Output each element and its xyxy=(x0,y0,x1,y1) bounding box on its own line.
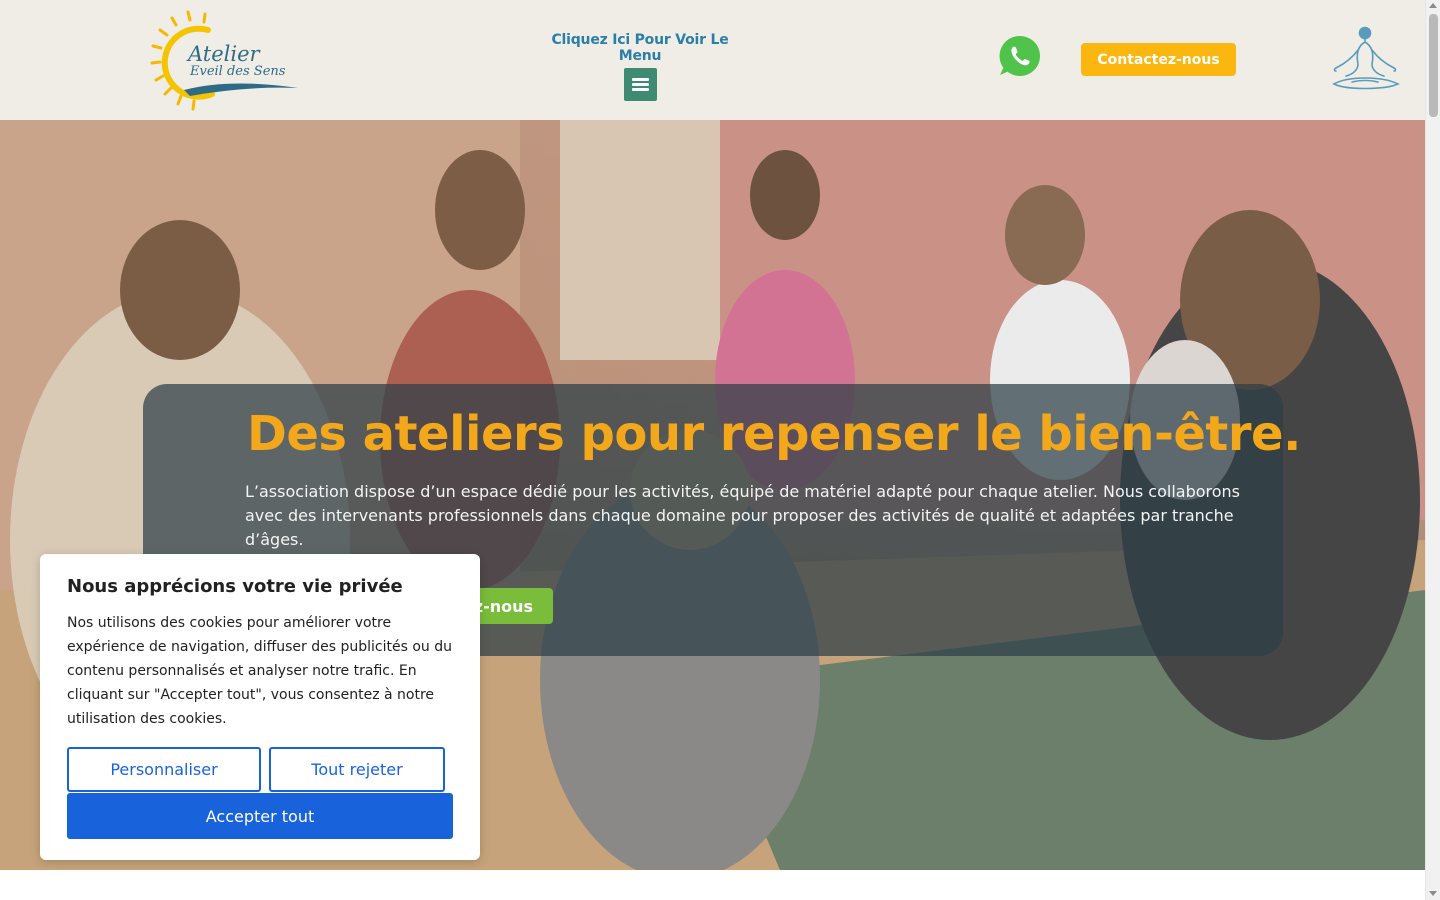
scrollbar-thumb[interactable] xyxy=(1429,14,1438,117)
cookie-description: Nos utilisons des cookies pour améliorer… xyxy=(67,615,452,727)
logo-text-atelier: Atelier xyxy=(188,42,260,66)
hero-description: L’association dispose d’un espace dédié … xyxy=(245,482,1241,549)
site-header: Atelier Eveil des Sens Cliquez Ici Pour … xyxy=(0,0,1425,120)
menu-toggle-button[interactable] xyxy=(623,68,657,101)
scroll-down-arrow-icon[interactable] xyxy=(1429,891,1437,896)
logo-text-eveil: Eveil des Sens xyxy=(190,64,286,79)
page-scrollbar[interactable] xyxy=(1425,0,1440,900)
site-logo[interactable]: Atelier Eveil des Sens xyxy=(150,8,302,114)
accept-all-button[interactable]: Accepter tout xyxy=(67,793,453,839)
reject-all-button[interactable]: Tout rejeter xyxy=(269,747,445,792)
customize-button[interactable]: Personnaliser xyxy=(67,747,261,792)
hero-title: Des ateliers pour repenser le bien-être. xyxy=(247,406,1301,462)
contact-button[interactable]: Contactez-nous xyxy=(1081,43,1236,76)
menu-caption[interactable]: Cliquez Ici Pour Voir Le Menu xyxy=(530,32,750,64)
whatsapp-icon[interactable] xyxy=(998,34,1042,78)
cookie-title: Nous apprécions votre vie privée xyxy=(67,576,403,597)
menu-block: Cliquez Ici Pour Voir Le Menu xyxy=(530,32,750,101)
scroll-up-arrow-icon[interactable] xyxy=(1429,3,1437,8)
hamburger-menu-icon xyxy=(631,78,649,81)
cookie-consent-dialog: Nous apprécions votre vie privée Nos uti… xyxy=(40,554,480,860)
meditation-pose-icon xyxy=(1328,24,1402,96)
